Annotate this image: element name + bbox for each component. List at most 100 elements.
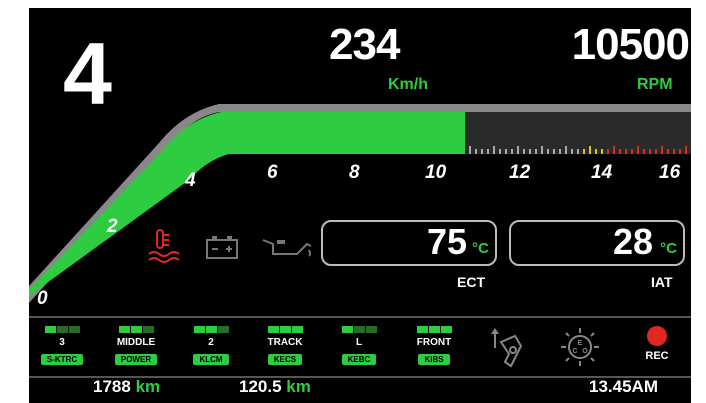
mode-kecs[interactable]: TRACK KECS — [260, 326, 310, 367]
quickshifter-icon[interactable] — [487, 326, 527, 368]
tacho-label-8: 8 — [349, 162, 360, 183]
scale-tick — [559, 149, 561, 154]
scale-tick — [679, 149, 681, 154]
mode-value: MIDDLE — [116, 337, 156, 348]
scale-tick — [517, 146, 519, 154]
scale-tick — [499, 149, 501, 154]
scale-tick — [613, 146, 615, 154]
mode-name: S-KTRC — [40, 354, 84, 365]
rec-label: REC — [645, 350, 669, 362]
scale-tick — [553, 149, 555, 154]
mode-level-bar — [37, 326, 87, 333]
scale-tick — [631, 149, 633, 154]
tacho-label-14: 14 — [591, 162, 613, 183]
mode-value: FRONT — [416, 337, 452, 348]
tacho-label-2: 2 — [106, 216, 118, 237]
scale-tick — [589, 146, 591, 154]
iat-box: 28 °C — [509, 220, 685, 266]
tacho-fill — [29, 112, 465, 296]
scale-tick — [655, 149, 657, 154]
mode-power[interactable]: MIDDLE POWER — [111, 326, 161, 367]
mode-name: KEBC — [341, 354, 377, 365]
odometer-unit: km — [135, 377, 161, 396]
mode-name: KLCM — [193, 354, 229, 365]
mode-s-ktrc[interactable]: 3 S-KTRC — [37, 326, 87, 367]
scale-tick — [685, 146, 687, 154]
mode-value: L — [355, 337, 363, 348]
dashboard: 4 234 Km/h 10500 RPM 0 2 4 6 8 10 12 14 … — [29, 8, 691, 403]
eco-mode-icon[interactable]: E C O — [559, 326, 601, 368]
record-button[interactable]: REC — [637, 326, 677, 362]
scale-tick — [487, 149, 489, 154]
ect-box: 75 °C — [321, 220, 497, 266]
scale-tick — [601, 149, 603, 154]
scale-tick — [493, 146, 495, 154]
scale-tick — [667, 149, 669, 154]
scale-tick — [475, 149, 477, 154]
scale-tick — [529, 149, 531, 154]
oil-pressure-icon — [262, 239, 312, 257]
scale-tick — [511, 149, 513, 154]
coolant-temp-icon — [148, 229, 180, 263]
tacho-empty — [465, 112, 691, 154]
svg-text:C: C — [572, 348, 577, 355]
scale-tick — [505, 149, 507, 154]
mode-name: KIBS — [418, 354, 450, 365]
tacho-label-16: 16 — [659, 162, 681, 183]
ect-label: ECT — [457, 274, 485, 290]
scale-tick — [649, 149, 651, 154]
scale-tick — [583, 149, 585, 154]
iat-label: IAT — [651, 274, 673, 290]
scale-tick — [523, 149, 525, 154]
scale-tick — [673, 149, 675, 154]
scale-tick — [547, 149, 549, 154]
mode-value: 2 — [208, 337, 214, 348]
tacho-label-10: 10 — [425, 162, 447, 183]
svg-text:E: E — [578, 340, 583, 347]
mode-name: KECS — [267, 354, 303, 365]
trip-meter: 120.5 km — [239, 377, 311, 397]
scale-tick — [661, 146, 663, 154]
mode-klcm[interactable]: 2 KLCM — [186, 326, 236, 367]
tacho-label-0: 0 — [37, 288, 48, 308]
scale-tick — [637, 146, 639, 154]
scale-tick — [565, 146, 567, 154]
tacho-label-6: 6 — [267, 162, 278, 183]
ect-unit: °C — [472, 240, 489, 257]
svg-text:O: O — [582, 348, 588, 355]
mode-level-bar — [409, 326, 459, 333]
tacho-label-12: 12 — [509, 162, 531, 183]
mode-level-bar — [186, 326, 236, 333]
ect-value: 75 — [426, 221, 467, 262]
iat-unit: °C — [660, 240, 677, 257]
clock: 13.45AM — [589, 377, 658, 396]
scale-tick — [595, 149, 597, 154]
tacho-label-4: 4 — [184, 170, 196, 191]
mode-value: 3 — [59, 337, 65, 348]
trip-unit: km — [286, 377, 311, 396]
scale-tick — [607, 149, 609, 154]
record-dot-icon — [647, 326, 667, 346]
scale-tick — [625, 149, 627, 154]
trip-value: 120.5 — [239, 377, 282, 396]
mode-name: POWER — [114, 354, 158, 365]
mode-kebc[interactable]: L KEBC — [334, 326, 384, 367]
mode-kibs[interactable]: FRONT KIBS — [409, 326, 459, 367]
scale-tick — [643, 149, 645, 154]
scale-tick — [541, 146, 543, 154]
scale-tick — [535, 149, 537, 154]
battery-icon — [206, 236, 238, 259]
mode-level-bar — [260, 326, 310, 333]
scale-tick — [481, 149, 483, 154]
mode-value: TRACK — [267, 337, 303, 348]
iat-value: 28 — [612, 221, 653, 262]
scale-tick — [577, 149, 579, 154]
mode-level-bar — [334, 326, 384, 333]
odometer-value: 1788 — [93, 377, 131, 396]
mode-strip: 3 S-KTRC MIDDLE POWER 2 KLCM TRACK KECS … — [29, 316, 691, 378]
mode-level-bar — [111, 326, 161, 333]
odometer: 1788 km — [93, 377, 160, 397]
scale-tick — [469, 146, 471, 154]
scale-tick — [571, 149, 573, 154]
scale-tick — [619, 149, 621, 154]
